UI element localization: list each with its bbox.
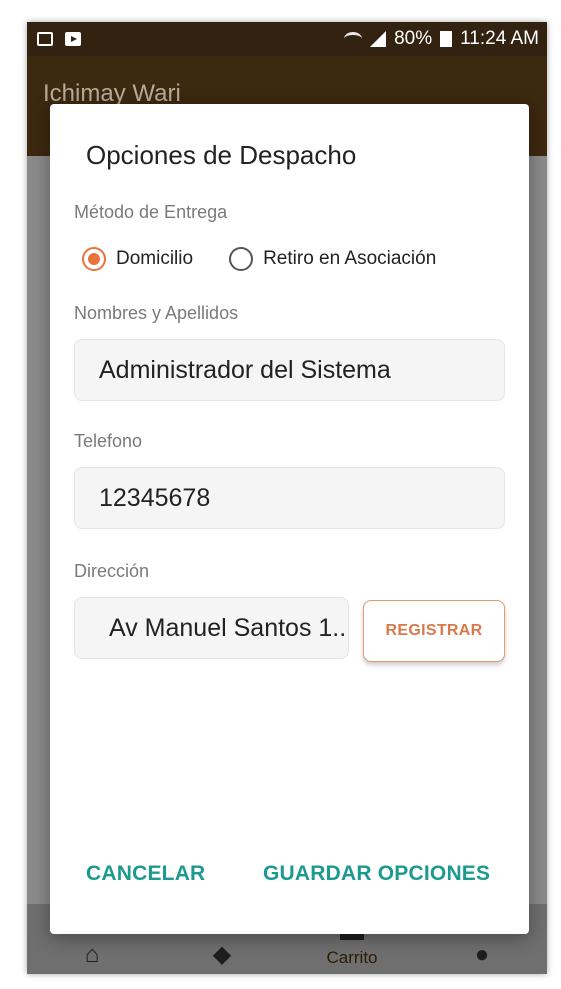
address-field-label: Dirección [74,561,150,581]
nav-item-home[interactable]: ⌂ [47,942,137,968]
wifi-icon [344,32,363,46]
tag-icon: ◆ [212,941,232,968]
radio-unchecked-icon [229,247,254,271]
nav-item-tags[interactable]: ◆ [177,942,267,968]
battery-icon [440,31,453,47]
register-button[interactable]: REGISTRAR [363,600,505,662]
image-icon [37,32,53,46]
dispatch-options-dialog: Opciones de Despacho Método de Entrega D… [50,104,529,934]
save-options-button[interactable]: GUARDAR OPCIONES [263,862,490,886]
battery-percent: 80% [394,28,433,49]
radio-domicilio[interactable]: Domicilio [82,247,193,271]
signal-icon [370,31,387,47]
radio-retiro[interactable]: Retiro en Asociación [229,247,436,271]
radio-label-retiro: Retiro en Asociación [263,248,437,269]
radio-checked-icon [82,247,106,271]
cancel-button[interactable]: CANCELAR [86,862,205,886]
delivery-method-radio-group: Domicilio Retiro en Asociación [82,247,472,271]
name-input[interactable]: Administrador del Sistema [74,339,505,401]
person-icon: ● [474,941,490,968]
radio-label-domicilio: Domicilio [116,248,194,269]
clock: 11:24 AM [460,28,539,49]
name-field-label: Nombres y Apellidos [74,303,239,323]
delivery-method-label: Método de Entrega [74,202,228,222]
address-input[interactable]: Av Manuel Santos 1.. [74,597,349,659]
phone-field-label: Telefono [74,431,143,451]
nav-item-profile[interactable]: ● [437,942,527,968]
youtube-icon [65,32,81,46]
dialog-title: Opciones de Despacho [86,140,357,170]
nav-label-cart: Carrito [326,948,378,967]
home-icon: ⌂ [84,941,100,968]
phone-input[interactable]: 12345678 [74,467,505,529]
status-bar: 80% 11:24 AM [27,22,547,56]
